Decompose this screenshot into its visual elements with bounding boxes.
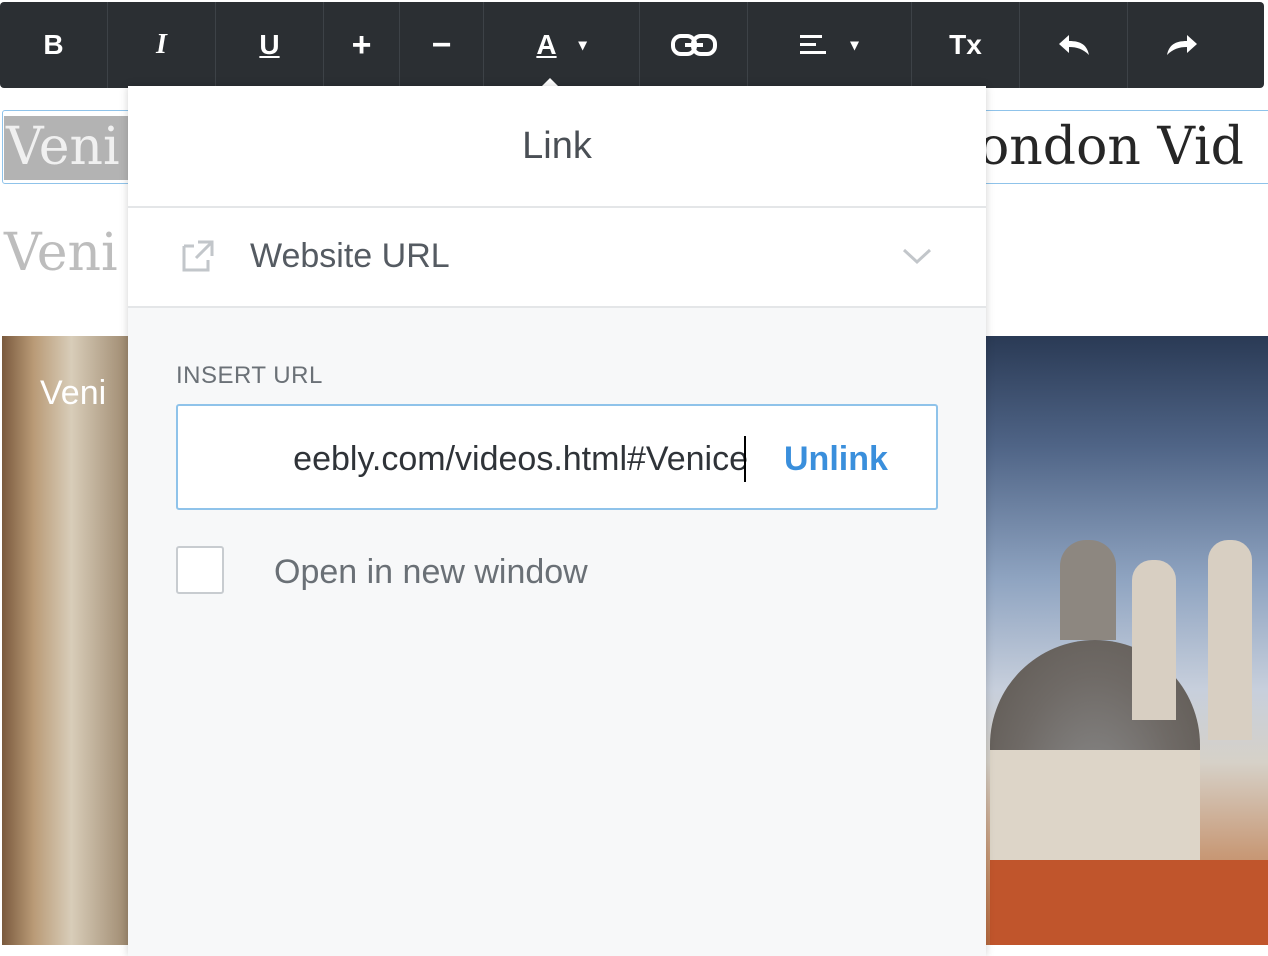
link-type-label: Website URL (250, 237, 450, 275)
photo-caption: Veni (40, 374, 107, 412)
text-color-button[interactable]: A ▾ (484, 2, 640, 88)
clear-format-button[interactable]: Tx (912, 2, 1020, 88)
photo-tower-1 (1132, 560, 1176, 720)
heading-text-left: Veni (6, 117, 120, 177)
redo-button[interactable] (1128, 2, 1236, 88)
increase-size-button[interactable]: + (324, 2, 400, 88)
caret-down-icon: ▾ (578, 37, 587, 54)
link-button[interactable] (640, 2, 748, 88)
popup-title: Link (128, 86, 986, 208)
redo-icon (1167, 35, 1197, 55)
external-link-icon (182, 240, 214, 272)
clear-format-icon: Tx (949, 29, 982, 60)
text-cursor (744, 436, 746, 482)
decrease-size-button[interactable]: − (400, 2, 484, 88)
photo-lantern (1060, 540, 1116, 640)
align-icon (800, 35, 827, 54)
undo-icon (1058, 35, 1089, 55)
chevron-down-icon (902, 248, 932, 265)
photo-roof (990, 860, 1268, 945)
insert-url-label: INSERT URL (176, 362, 323, 389)
unlink-button[interactable]: Unlink (784, 434, 888, 484)
link-icon (670, 34, 717, 56)
italic-button[interactable]: I (108, 2, 216, 88)
url-input[interactable]: eebly.com/videos.html#Venice Unlink (176, 404, 938, 510)
text-color-icon: A (536, 29, 557, 60)
bold-icon: B (43, 29, 64, 60)
bold-button[interactable]: B (0, 2, 108, 88)
subheading-text: Veni (4, 223, 118, 283)
heading-text-right: ondon Vid (978, 117, 1244, 177)
open-new-window-checkbox[interactable] (176, 546, 224, 594)
underline-icon: U (259, 29, 280, 60)
text-format-toolbar: B I U + − A ▾ ▾ Tx (0, 2, 1264, 88)
photo-tower-2 (1208, 540, 1252, 740)
underline-button[interactable]: U (216, 2, 324, 88)
align-caret-icon: ▾ (850, 37, 859, 54)
italic-icon: I (156, 29, 167, 60)
minus-icon: − (431, 25, 452, 64)
plus-icon: + (351, 25, 372, 64)
undo-button[interactable] (1020, 2, 1128, 88)
open-new-window-label[interactable]: Open in new window (274, 548, 588, 596)
photo-building-left (2, 336, 128, 945)
url-input-value[interactable]: eebly.com/videos.html#Venice (212, 434, 748, 484)
link-type-dropdown[interactable]: Website URL (128, 208, 986, 308)
link-popup: Link Website URL INSERT URL eebly.com/vi… (128, 86, 986, 956)
align-button[interactable]: ▾ (748, 2, 912, 88)
